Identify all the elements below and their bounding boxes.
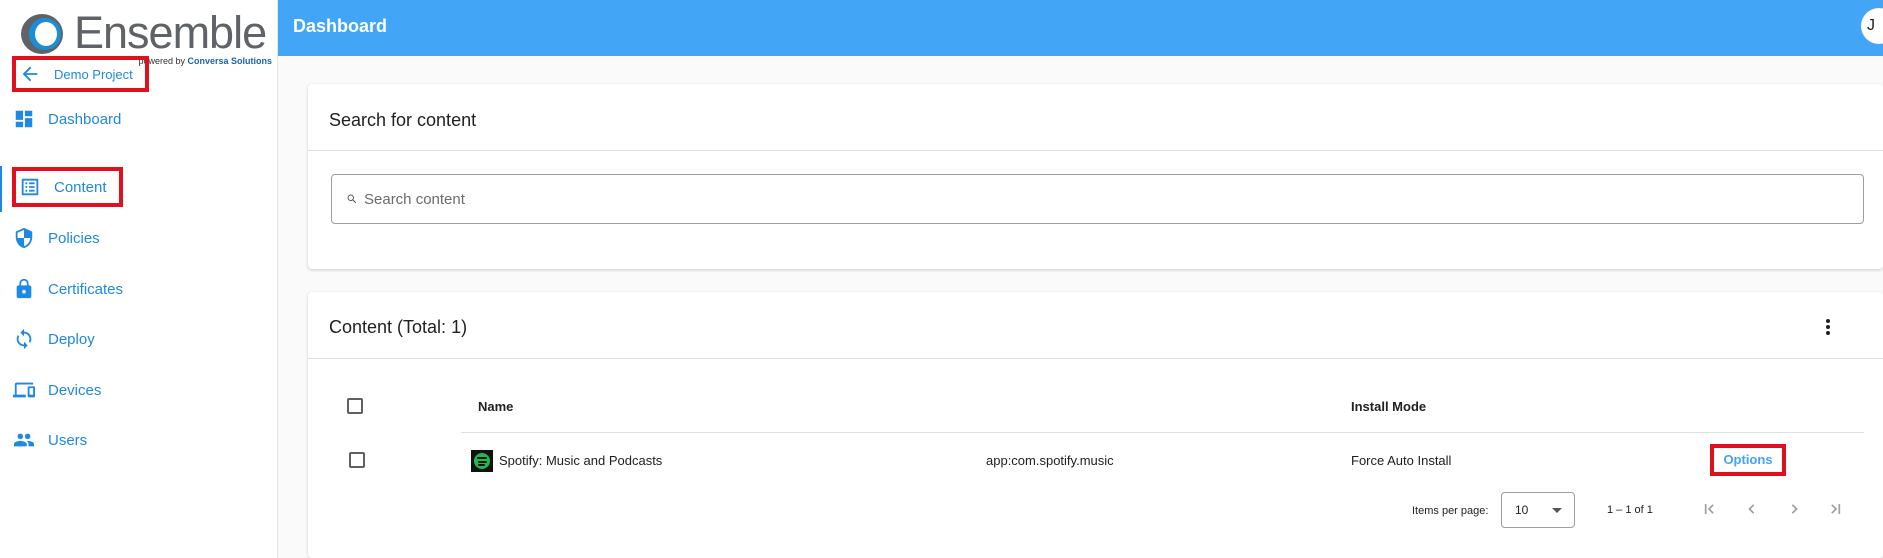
content-card: Content (Total: 1) Name Install Mode Spo… [308, 292, 1883, 558]
sync-icon [12, 327, 36, 351]
more-vert-icon[interactable] [1818, 316, 1838, 338]
row-checkbox[interactable] [349, 452, 365, 468]
arrow-back-icon [18, 62, 42, 86]
people-icon [12, 428, 36, 452]
sidebar-item-label: Policies [48, 229, 100, 247]
row-divider [461, 432, 1864, 433]
lock-icon [12, 277, 36, 301]
shield-icon [12, 226, 36, 250]
last-page-icon[interactable] [1824, 497, 1848, 521]
sidebar-item-deploy[interactable]: Deploy [12, 319, 95, 359]
select-all-checkbox[interactable] [347, 398, 363, 414]
next-page-icon[interactable] [1782, 497, 1806, 521]
sidebar-item-demo-project[interactable]: Demo Project [12, 56, 149, 92]
row-package: app:com.spotify.music [986, 453, 1114, 468]
top-app-bar: Dashboard J [278, 0, 1883, 56]
dropdown-arrow-icon [1552, 508, 1562, 513]
ensemble-logo: Ensemble powered by Conversa Solutions [20, 8, 272, 66]
first-page-icon[interactable] [1697, 497, 1721, 521]
sidebar-item-label: Devices [48, 381, 102, 399]
search-input[interactable] [364, 190, 1764, 208]
items-per-page-label: Items per page: [1412, 505, 1489, 517]
sidebar-item-users[interactable]: Users [12, 420, 87, 460]
dashboard-icon [12, 107, 36, 131]
search-icon [347, 194, 357, 204]
sidebar-item-certificates[interactable]: Certificates [12, 269, 123, 309]
sidebar: Ensemble powered by Conversa Solutions D… [0, 0, 278, 558]
sidebar-item-label: Certificates [48, 280, 124, 298]
search-field[interactable] [331, 174, 1864, 224]
items-per-page-value: 10 [1515, 503, 1529, 517]
previous-page-icon[interactable] [1740, 497, 1764, 521]
options-button[interactable]: Options [1710, 444, 1786, 476]
row-name: Spotify: Music and Podcasts [499, 453, 663, 468]
sidebar-item-content[interactable]: Content [12, 167, 123, 207]
sidebar-item-label: Dashboard [48, 110, 122, 128]
column-header-name: Name [478, 399, 514, 414]
brand-name: Ensemble [74, 7, 267, 58]
row-install-mode: Force Auto Install [1351, 453, 1452, 468]
active-indicator [0, 166, 2, 212]
sidebar-item-dashboard[interactable]: Dashboard [12, 99, 121, 139]
devices-icon [12, 378, 36, 402]
column-header-install-mode: Install Mode [1351, 399, 1427, 414]
divider [308, 150, 1883, 151]
sidebar-item-label: Deploy [48, 330, 95, 348]
sidebar-item-label: Demo Project [54, 66, 133, 82]
page-title: Dashboard [293, 16, 388, 36]
sidebar-item-label: Users [48, 431, 88, 449]
content-card-title: Content (Total: 1) [329, 317, 468, 337]
search-card: Search for content [308, 84, 1883, 269]
sidebar-item-devices[interactable]: Devices [12, 370, 101, 410]
items-per-page-select[interactable]: 10 [1501, 492, 1575, 528]
sidebar-item-label: Content [54, 178, 107, 196]
brand-powered-by: powered by Conversa Solutions [138, 56, 272, 66]
pagination-range: 1 – 1 of 1 [1607, 504, 1653, 516]
sidebar-item-policies[interactable]: Policies [12, 218, 100, 258]
divider [308, 358, 1883, 359]
search-card-title: Search for content [329, 110, 477, 130]
list-alt-icon [18, 175, 42, 199]
avatar[interactable]: J [1861, 8, 1883, 44]
logo-ring-icon [21, 14, 63, 54]
spotify-icon [471, 450, 493, 472]
